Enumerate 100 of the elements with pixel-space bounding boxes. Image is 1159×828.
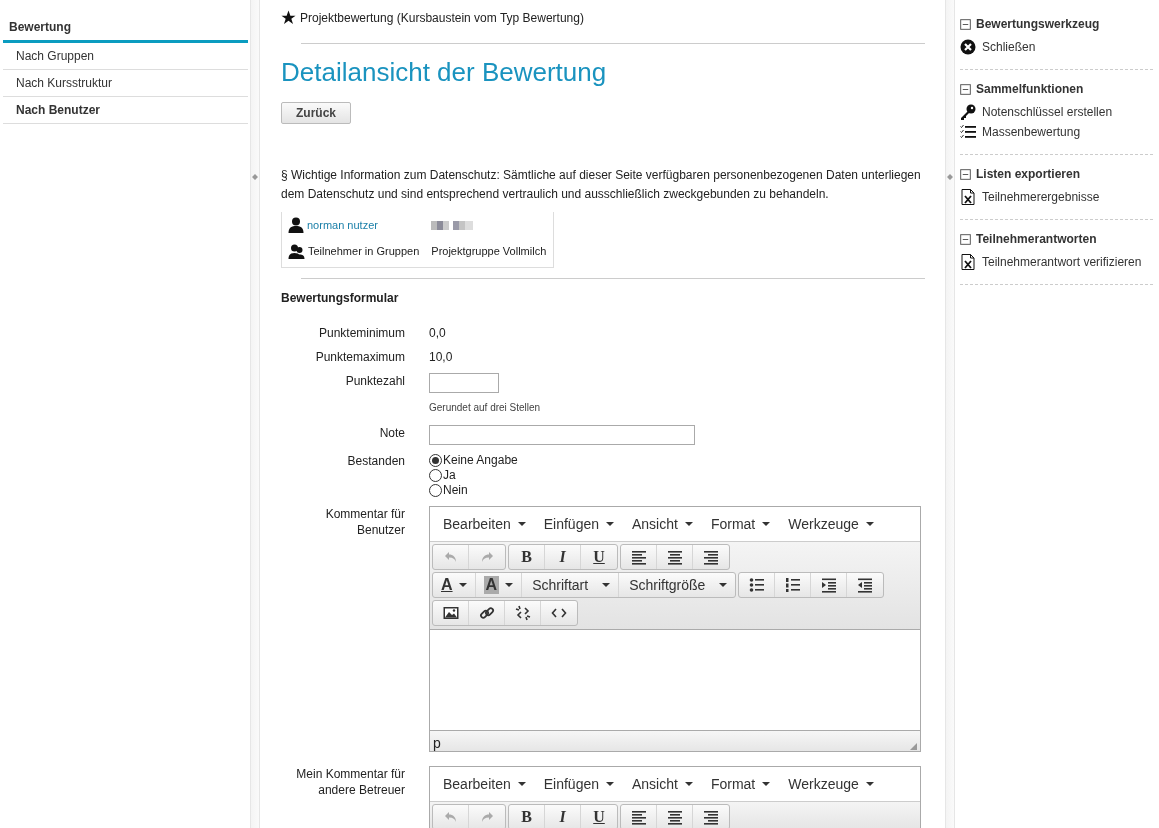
background-color-button[interactable]: A xyxy=(475,573,523,597)
caret-icon xyxy=(762,782,771,786)
underline-button[interactable]: U xyxy=(581,805,617,828)
radio-label[interactable]: Nein xyxy=(443,483,468,498)
radio-button[interactable] xyxy=(429,469,442,482)
menu-button[interactable]: Werkzeuge xyxy=(779,516,883,532)
caret-icon xyxy=(719,583,728,587)
section-title: Sammelfunktionen xyxy=(976,82,1084,96)
input-field[interactable] xyxy=(429,373,499,393)
group-label: Teilnehmer in Gruppen xyxy=(308,245,420,257)
align-right-icon xyxy=(703,809,719,825)
align-left-icon xyxy=(630,809,647,825)
indent-icon xyxy=(820,577,837,593)
caret-icon xyxy=(517,782,526,786)
bold-button[interactable]: B xyxy=(509,545,545,569)
field-hint: Gerundet auf drei Stellen xyxy=(429,402,542,413)
spreadsheet-file-icon xyxy=(960,254,976,270)
tool-link[interactable]: Notenschlüssel erstellen xyxy=(982,105,1113,119)
caret-icon xyxy=(684,522,693,526)
field-label: Punktezahl xyxy=(344,373,405,390)
field-label: Punktemaximum xyxy=(314,349,405,365)
image-icon xyxy=(442,605,459,621)
bold-button[interactable]: B xyxy=(509,805,545,828)
splitter-handle-icon[interactable] xyxy=(947,174,953,180)
menu-button[interactable]: Format xyxy=(701,776,780,792)
menu-button[interactable]: Bearbeiten xyxy=(434,776,535,792)
section-title: Bewertungswerkzeug xyxy=(976,17,1100,31)
menu-button[interactable]: Einfügen xyxy=(534,516,623,532)
field-label: Mein Kommentar für andere Betreuer xyxy=(295,766,405,799)
tool-link[interactable]: Teilnehmerergebnisse xyxy=(982,190,1100,204)
close-icon xyxy=(960,39,976,55)
menu-button[interactable]: Bearbeiten xyxy=(434,516,535,532)
caret-icon xyxy=(602,583,611,587)
blurred-value xyxy=(431,219,474,231)
align-right-icon xyxy=(703,549,719,565)
underline-button[interactable]: U xyxy=(581,545,617,569)
form-title: Bewertungsformular xyxy=(281,291,400,305)
radio-label[interactable]: Ja xyxy=(443,468,456,483)
caret-icon xyxy=(762,522,771,526)
checklist-icon xyxy=(960,124,976,140)
section-title: Teilnehmerantworten xyxy=(976,232,1097,246)
field-label: Kommentar für Benutzer xyxy=(324,506,405,539)
radio-button[interactable] xyxy=(429,454,442,467)
spreadsheet-file-icon xyxy=(960,189,976,205)
user-icon xyxy=(288,217,304,233)
caret-icon xyxy=(865,782,874,786)
splitter-handle-icon[interactable] xyxy=(252,174,258,180)
caret-icon xyxy=(865,522,874,526)
input-field[interactable] xyxy=(429,425,695,445)
numbered-list-icon xyxy=(784,577,801,593)
menu-button[interactable]: Ansicht xyxy=(623,516,702,532)
italic-button[interactable]: I xyxy=(545,545,581,569)
bullet-list-icon xyxy=(748,577,765,593)
caret-icon xyxy=(505,583,514,587)
align-center-icon xyxy=(666,809,683,825)
align-center-icon xyxy=(666,549,683,565)
collapse-icon xyxy=(960,168,971,180)
radio-button[interactable] xyxy=(429,484,442,497)
privacy-notice: § Wichtige Information zum Datenschutz: Sämtliche auf dieser Seite verfügbaren personenbezogenen Daten unterliegen dem Datenschutz und sind entsprechend vertraulich und ausschließlich zweckgebunden zu behandeln. xyxy=(281,167,922,203)
back-button[interactable]: Zurück xyxy=(281,102,351,124)
sidebar-title: Bewertung xyxy=(3,16,248,43)
caret-icon xyxy=(606,782,614,786)
field-label: Bestanden xyxy=(346,453,405,470)
caret-icon xyxy=(517,522,526,526)
field-label: Punkteminimum xyxy=(317,325,405,341)
user-link[interactable]: norman nutzer xyxy=(307,219,378,231)
caret-icon xyxy=(606,522,614,526)
collapse-icon xyxy=(960,233,971,245)
menu-button[interactable]: Ansicht xyxy=(623,776,702,792)
tool-link[interactable]: Schließen xyxy=(982,40,1036,54)
radio-label[interactable]: Keine Angabe xyxy=(443,453,518,468)
caret-icon xyxy=(684,782,693,786)
element-path: p xyxy=(433,735,441,751)
key-icon xyxy=(960,104,976,120)
section-title: Listen exportieren xyxy=(976,167,1081,181)
text-color-button[interactable]: A xyxy=(433,573,476,597)
caret-icon xyxy=(458,583,467,587)
field-value: 0,0 xyxy=(429,325,447,341)
italic-button[interactable]: I xyxy=(545,805,581,828)
star-icon xyxy=(281,10,296,25)
dropdown-button[interactable]: Schriftart xyxy=(522,573,620,597)
resize-handle-icon[interactable] xyxy=(909,742,918,751)
dropdown-button[interactable]: Schriftgröße xyxy=(619,573,736,597)
sidebar-item[interactable]: Nach Kursstruktur xyxy=(3,70,248,97)
sidebar-item[interactable]: Nach Gruppen xyxy=(3,43,248,70)
group-icon xyxy=(288,243,305,259)
link-icon xyxy=(478,605,495,621)
outdent-icon xyxy=(857,577,874,593)
menu-button[interactable]: Einfügen xyxy=(534,776,623,792)
sidebar-item[interactable]: Nach Benutzer xyxy=(3,97,248,124)
breadcrumb: Projektbewertung (Kursbaustein vom Typ Bewertung) xyxy=(300,10,584,25)
menu-button[interactable]: Format xyxy=(701,516,780,532)
collapse-icon xyxy=(960,83,971,95)
collapse-icon xyxy=(960,18,971,30)
tool-link[interactable]: Massenbewertung xyxy=(982,125,1081,139)
menu-button[interactable]: Werkzeuge xyxy=(779,776,883,792)
unlink-icon xyxy=(514,605,531,621)
field-value: 10,0 xyxy=(429,349,454,365)
tool-link[interactable]: Teilnehmerantwort verifizieren xyxy=(982,255,1142,269)
align-left-icon xyxy=(630,549,647,565)
